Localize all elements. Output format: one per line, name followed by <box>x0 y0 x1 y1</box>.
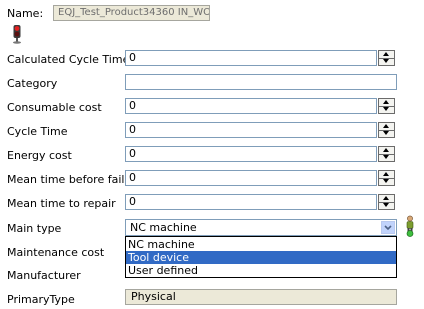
spin-down-button[interactable] <box>379 130 394 137</box>
energy-cost-spinner[interactable] <box>378 146 395 162</box>
spin-down-button[interactable] <box>379 178 394 185</box>
main-type-value: NC machine <box>130 221 197 234</box>
arrow-up-icon <box>383 52 389 56</box>
energy-cost-input[interactable]: 0 <box>125 146 377 162</box>
arrow-down-icon <box>383 203 389 207</box>
primary-type-field: Physical <box>125 289 397 305</box>
mean-time-before-failure-input[interactable]: 0 <box>125 170 377 186</box>
person-icon[interactable] <box>403 215 417 237</box>
arrow-up-icon <box>383 148 389 152</box>
dropdown-arrow-button[interactable] <box>381 221 395 234</box>
consumable-cost-input[interactable]: 0 <box>125 98 377 114</box>
spin-down-button[interactable] <box>379 106 394 113</box>
name-field: EQJ_Test_Product34360 IN_WO <box>53 5 210 21</box>
arrow-down-icon <box>383 179 389 183</box>
primary-type-label: PrimaryType <box>7 293 75 306</box>
arrow-up-icon <box>383 100 389 104</box>
spin-down-button[interactable] <box>379 58 394 65</box>
mean-time-to-repair-label: Mean time to repair <box>7 197 116 210</box>
name-label: Name: <box>7 7 44 20</box>
calculated-cycle-time-input[interactable]: 0 <box>125 50 377 66</box>
mean-time-to-repair-input[interactable]: 0 <box>125 194 377 210</box>
maintenance-cost-label: Maintenance cost <box>7 246 105 259</box>
category-input[interactable] <box>125 74 397 90</box>
arrow-up-icon <box>383 172 389 176</box>
cycle-time-label: Cycle Time <box>7 125 68 138</box>
cycle-time-spinner[interactable] <box>378 122 395 138</box>
energy-cost-label: Energy cost <box>7 149 72 162</box>
arrow-up-icon <box>383 196 389 200</box>
spin-down-button[interactable] <box>379 154 394 161</box>
main-type-select[interactable]: NC machine <box>125 219 397 236</box>
manufacturer-label: Manufacturer <box>7 269 81 282</box>
main-type-dropdown-list[interactable]: NC machine Tool device User defined <box>125 236 397 278</box>
mean-time-before-failure-label: Mean time before failure <box>7 173 143 186</box>
arrow-down-icon <box>383 155 389 159</box>
calculated-cycle-time-spinner[interactable] <box>378 50 395 66</box>
spin-down-button[interactable] <box>379 202 394 209</box>
arrow-up-icon <box>383 124 389 128</box>
option-nc-machine[interactable]: NC machine <box>126 238 396 251</box>
category-label: Category <box>7 77 58 90</box>
consumable-cost-label: Consumable cost <box>7 101 102 114</box>
arrow-down-icon <box>383 107 389 111</box>
cycle-time-input[interactable]: 0 <box>125 122 377 138</box>
consumable-cost-spinner[interactable] <box>378 98 395 114</box>
main-type-label: Main type <box>7 222 62 235</box>
traffic-light-icon <box>10 24 24 44</box>
option-tool-device[interactable]: Tool device <box>126 251 396 264</box>
calculated-cycle-time-label: Calculated Cycle Time <box>7 53 130 66</box>
option-user-defined[interactable]: User defined <box>126 264 396 277</box>
arrow-down-icon <box>383 131 389 135</box>
mean-time-before-failure-spinner[interactable] <box>378 170 395 186</box>
mean-time-to-repair-spinner[interactable] <box>378 194 395 210</box>
arrow-down-icon <box>383 59 389 63</box>
chevron-down-icon <box>384 225 392 231</box>
